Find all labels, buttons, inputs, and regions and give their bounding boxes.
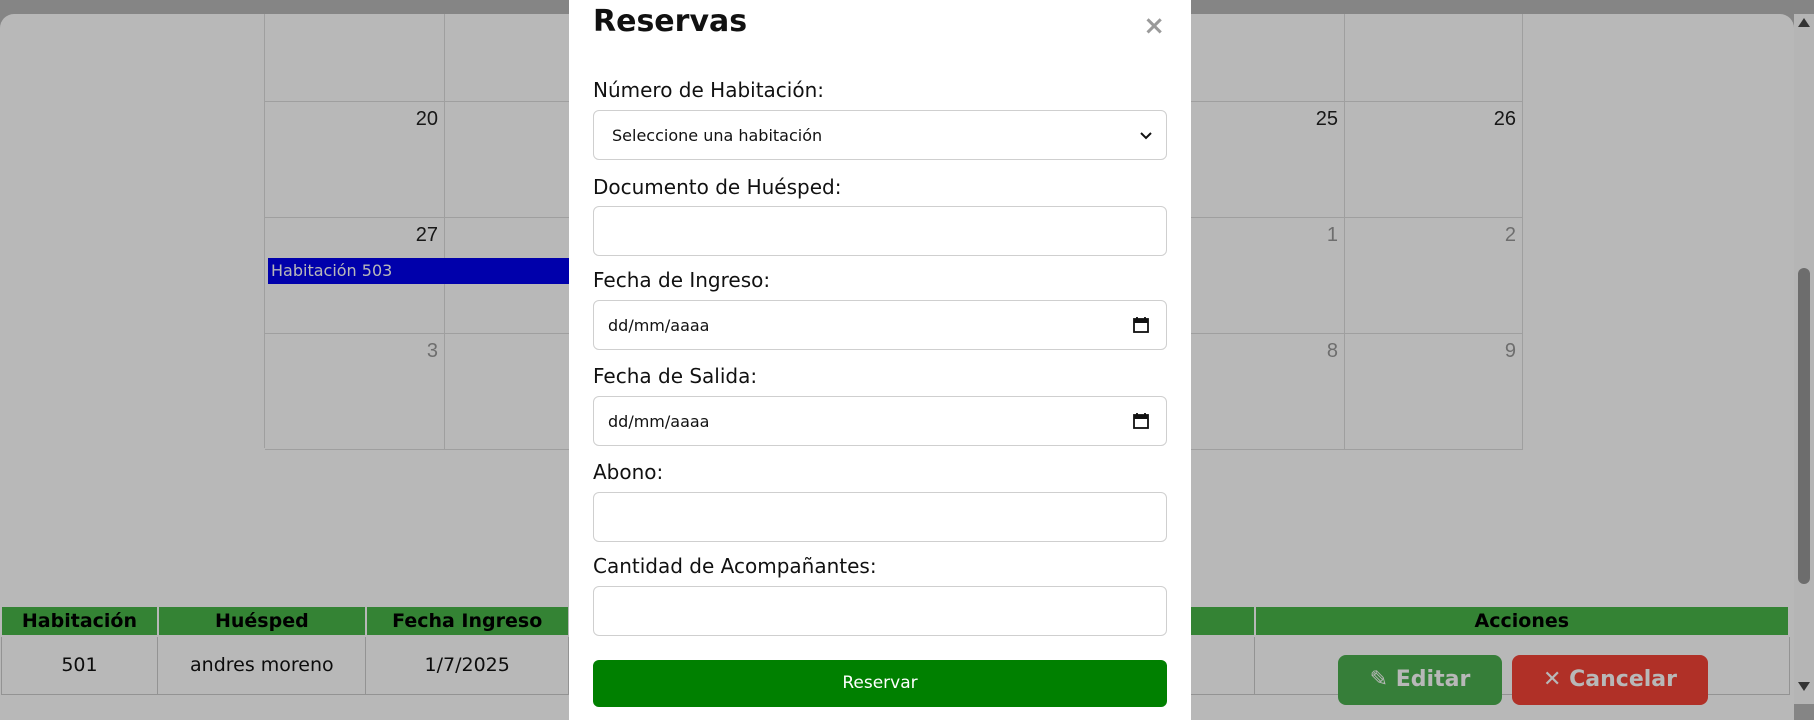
room-number-selected: Seleccione una habitación (612, 126, 823, 145)
guest-document-input[interactable] (593, 206, 1167, 256)
check-out-date-label: Fecha de Salida: (593, 364, 758, 388)
scrollbar-thumb[interactable] (1798, 268, 1810, 584)
guest-document-label: Documento de Huésped: (593, 175, 842, 199)
reservation-modal: Reservas × Número de Habitación: Selecci… (569, 0, 1191, 720)
companions-count-label: Cantidad de Acompañantes: (593, 554, 877, 578)
calendar-icon[interactable] (1132, 412, 1150, 430)
close-icon[interactable]: × (1143, 10, 1165, 42)
check-out-date-input[interactable]: dd/mm/aaaa (593, 396, 1167, 446)
check-in-date-value: dd/mm/aaaa (608, 316, 710, 335)
scroll-up-arrow-icon[interactable] (1798, 18, 1810, 27)
reserve-button[interactable]: Reservar (593, 660, 1167, 707)
check-in-date-label: Fecha de Ingreso: (593, 268, 771, 292)
check-in-date-input[interactable]: dd/mm/aaaa (593, 300, 1167, 350)
modal-title: Reservas (593, 4, 748, 39)
check-out-date-value: dd/mm/aaaa (608, 412, 710, 431)
room-number-label: Número de Habitación: (593, 78, 825, 102)
calendar-icon[interactable] (1132, 316, 1150, 334)
companions-count-input[interactable] (593, 586, 1167, 636)
chevron-down-icon (1140, 132, 1152, 140)
deposit-input[interactable] (593, 492, 1167, 542)
scroll-down-arrow-icon[interactable] (1798, 682, 1810, 691)
room-number-select[interactable]: Seleccione una habitación (593, 110, 1167, 160)
deposit-label: Abono: (593, 460, 664, 484)
